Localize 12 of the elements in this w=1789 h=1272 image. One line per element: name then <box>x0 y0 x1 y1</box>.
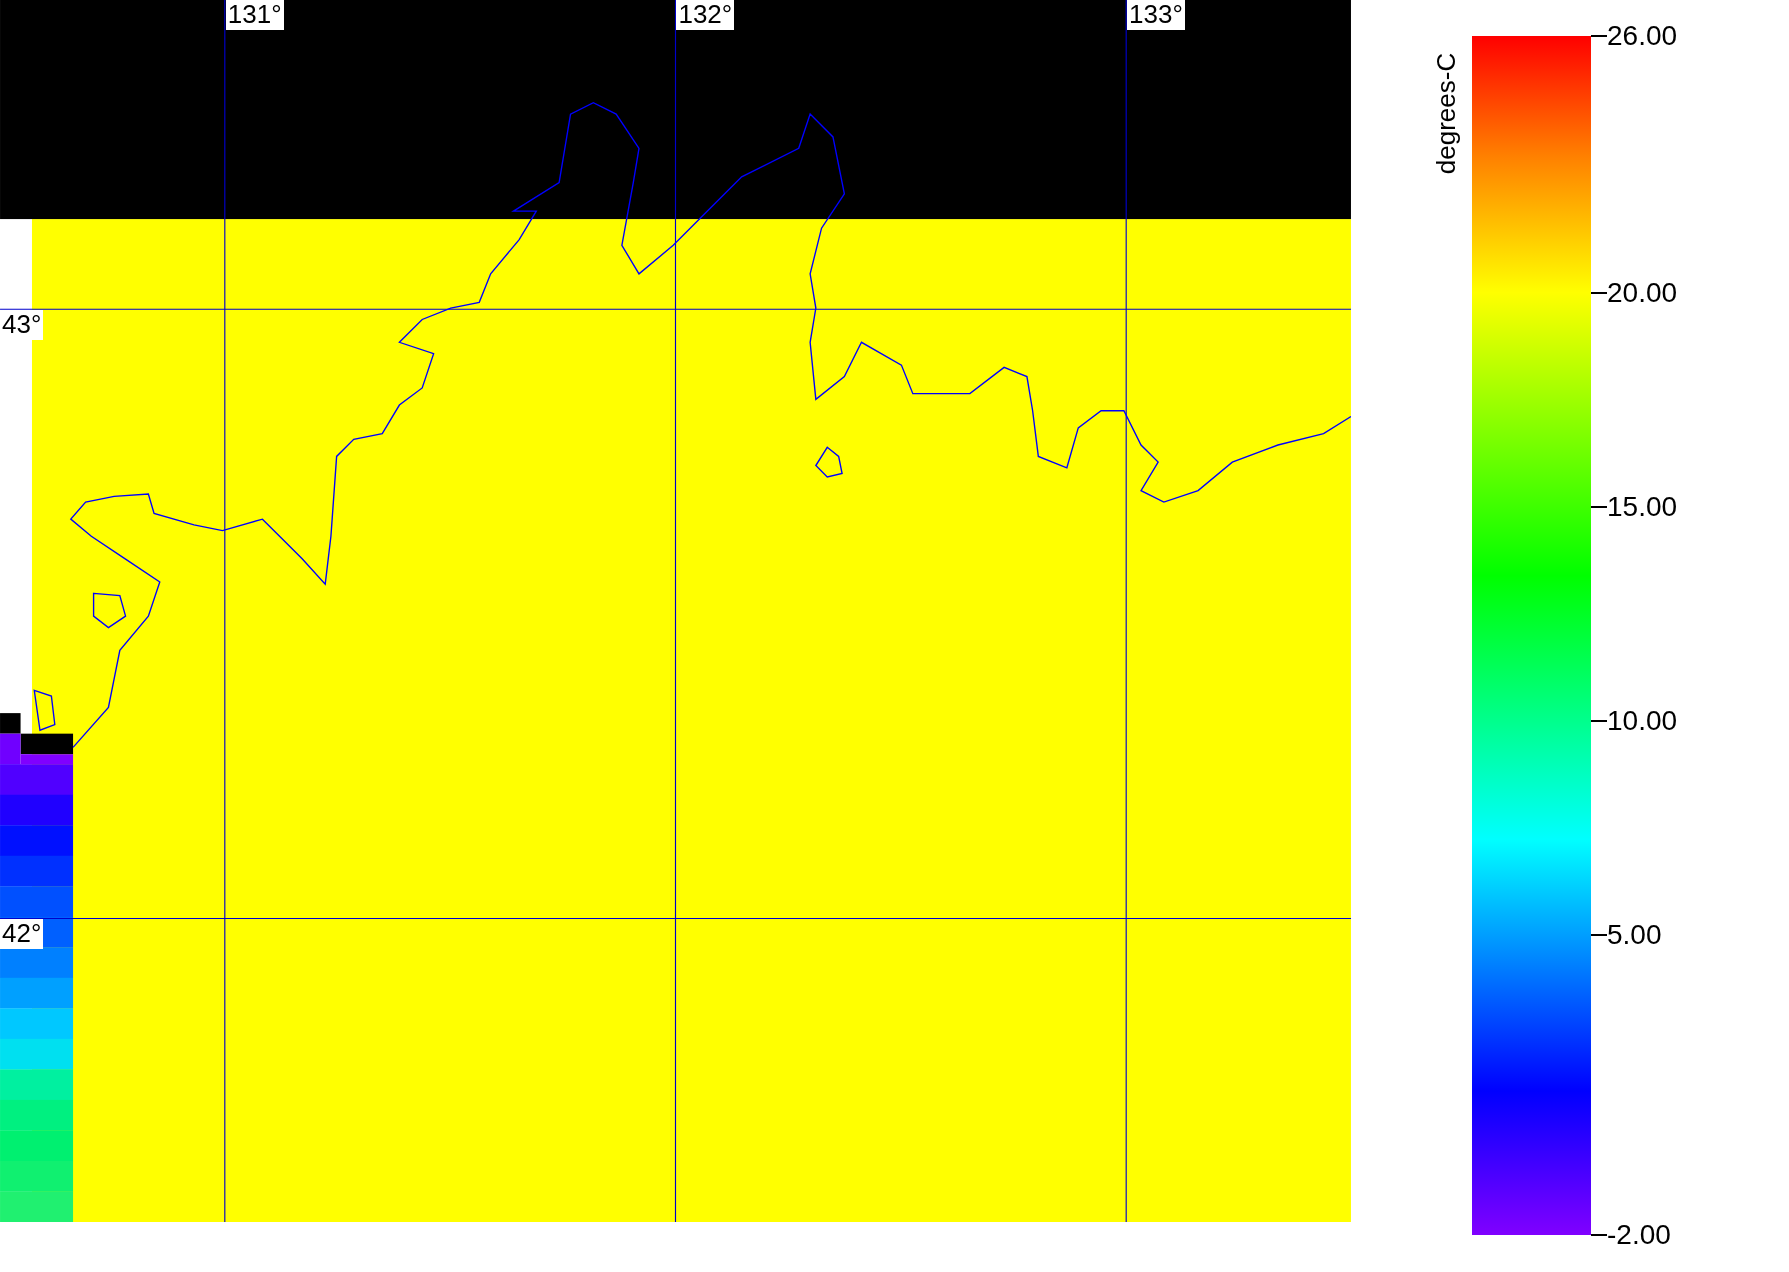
longitude-label: 133° <box>1127 0 1185 30</box>
latitude-label: 43° <box>0 310 44 341</box>
colorbar-tick-label: 15.00 <box>1607 491 1678 523</box>
latitude-label: 42° <box>0 919 44 950</box>
colorbar-tick-label: 10.00 <box>1607 705 1678 737</box>
colorbar-title: degrees-C <box>1430 52 1463 175</box>
longitude-label: 131° <box>225 0 284 30</box>
colorbar-tick-label: 5.00 <box>1607 919 1662 951</box>
colorbar-tick-label: 20.00 <box>1607 277 1678 309</box>
longitude-label: 132° <box>676 0 735 30</box>
colorbar-tick-label: -2.00 <box>1607 1219 1671 1251</box>
colorbar-tick-label: 26.00 <box>1607 20 1678 52</box>
